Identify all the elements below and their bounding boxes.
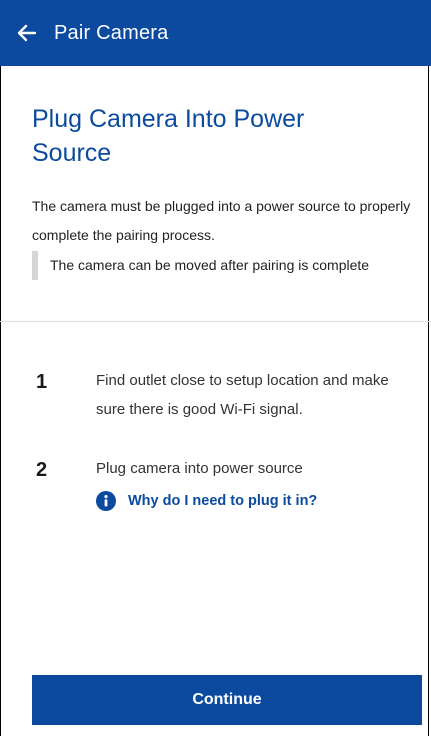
steps-list: 1 Find outlet close to setup location an… [36,366,406,511]
page-title: Plug Camera Into Power Source [32,105,305,167]
step-item-1: 1 Find outlet close to setup location an… [36,366,406,424]
step-body: Plug camera into power source Why do I n… [96,454,396,511]
step-number: 1 [36,371,48,393]
app-bar: Pair Camera [0,0,431,66]
description-text: The camera must be plugged into a power … [32,198,411,243]
continue-button[interactable]: Continue [32,675,422,725]
note-callout: The camera can be moved after pairing is… [32,251,380,280]
back-button[interactable] [0,0,54,66]
main-content: Plug Camera Into Power Source The camera… [32,66,417,280]
step-number: 2 [36,459,48,481]
section-divider [0,321,431,322]
step-text: Find outlet close to setup location and … [96,372,389,418]
arrow-left-icon [17,24,37,42]
why-plug-in-label: Why do I need to plug it in? [128,493,318,509]
step-item-2: 2 Plug camera into power source Why do I… [36,454,406,511]
info-icon [96,491,116,511]
step-text: Plug camera into power source [96,460,303,477]
why-plug-in-link[interactable]: Why do I need to plug it in? [96,491,396,511]
page-header-title: Pair Camera [54,21,169,44]
